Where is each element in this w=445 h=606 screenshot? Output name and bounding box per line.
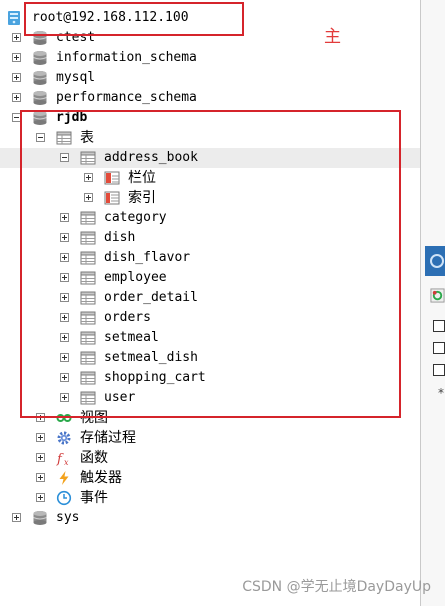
expand-toggle[interactable]: [12, 93, 21, 102]
expand-toggle[interactable]: [36, 493, 45, 502]
row-checkbox[interactable]: [433, 364, 445, 376]
annotation-label: 主: [324, 27, 341, 47]
expand-toggle[interactable]: [12, 33, 21, 42]
row-checkbox[interactable]: [433, 320, 445, 332]
functions-label: 函数: [80, 450, 108, 466]
events-folder[interactable]: 事件: [0, 488, 420, 508]
database-icon: [32, 70, 48, 86]
right-panel: [421, 0, 445, 606]
lightning-icon: [59, 471, 69, 485]
expand-toggle[interactable]: [36, 473, 45, 482]
clock-icon: [56, 490, 72, 506]
database-node[interactable]: mysql: [0, 68, 420, 88]
annotation-box-rjdb: [20, 110, 401, 418]
svg-text:x: x: [64, 458, 69, 466]
function-icon: f x: [56, 452, 69, 466]
expand-toggle[interactable]: [12, 53, 21, 62]
database-icon: [32, 510, 48, 526]
expand-toggle[interactable]: [36, 433, 45, 442]
database-icon: [32, 90, 48, 106]
gear-icon: [57, 431, 71, 445]
database-label: information_schema: [56, 50, 197, 65]
triggers-label: 触发器: [80, 470, 122, 486]
database-icon: [32, 50, 48, 66]
expand-toggle[interactable]: [12, 73, 21, 82]
database-label: mysql: [56, 70, 96, 85]
svg-text:f: f: [56, 452, 64, 466]
triggers-folder[interactable]: 触发器: [0, 468, 420, 488]
functions-folder[interactable]: f x 函数: [0, 448, 420, 468]
procedures-folder[interactable]: 存储过程: [0, 428, 420, 448]
expand-toggle[interactable]: [12, 513, 21, 522]
database-node[interactable]: sys: [0, 508, 420, 528]
server-icon: [8, 11, 20, 25]
info-icon[interactable]: [425, 246, 445, 276]
procedures-label: 存储过程: [80, 430, 136, 446]
database-node[interactable]: information_schema: [0, 48, 420, 68]
new-row-marker: *: [438, 386, 444, 400]
events-label: 事件: [80, 490, 108, 506]
row-checkbox[interactable]: [433, 342, 445, 354]
refresh-icon[interactable]: [430, 288, 445, 303]
watermark: CSDN @学无止境DayDayUp: [242, 579, 431, 595]
annotation-box-connection: [24, 2, 244, 36]
database-label: sys: [56, 510, 80, 525]
database-node[interactable]: performance_schema: [0, 88, 420, 108]
expand-toggle[interactable]: [36, 453, 45, 462]
database-label: performance_schema: [56, 90, 197, 105]
